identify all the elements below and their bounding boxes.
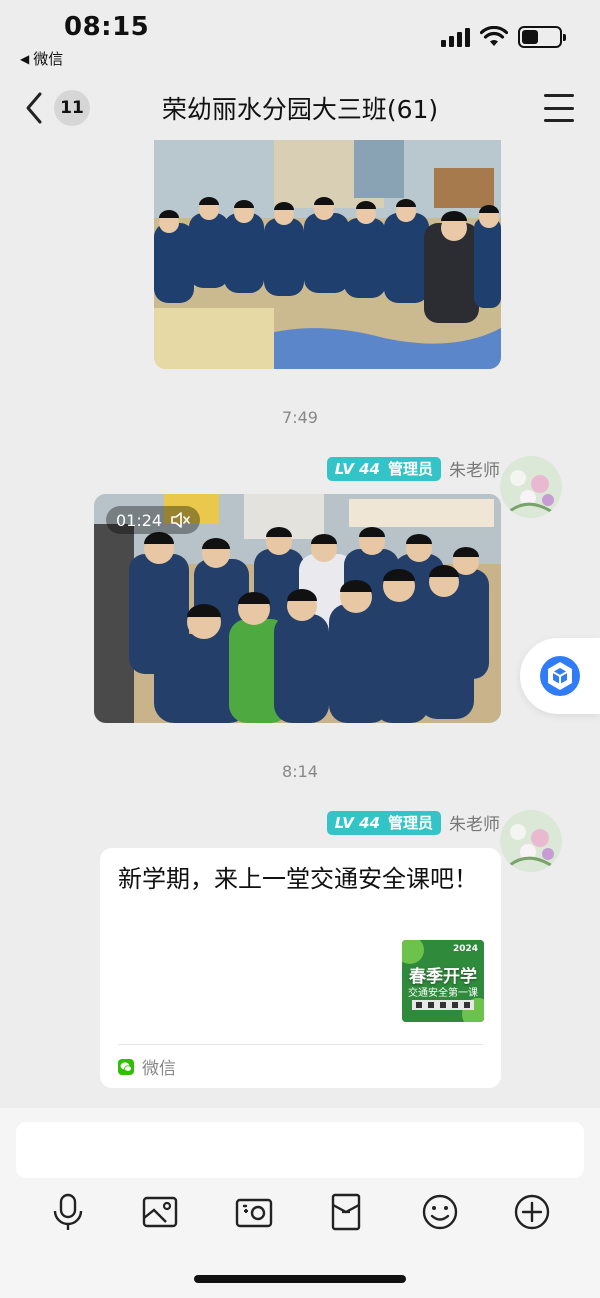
back-app-label: 微信 <box>33 50 64 68</box>
camera-icon[interactable] <box>234 1192 274 1232</box>
emoji-icon[interactable] <box>420 1192 460 1232</box>
level-label: LV 44 <box>334 459 380 478</box>
thumbnail-subtitle: 交通安全第一课 <box>408 988 478 999</box>
input-toolbar <box>0 1192 600 1232</box>
role-label: 管理员 <box>387 814 433 832</box>
floating-assistant-button[interactable] <box>520 638 600 714</box>
sender-name: 朱老师 <box>449 815 500 835</box>
card-divider <box>118 1044 483 1045</box>
back-to-app-link[interactable]: ◀ 微信 <box>20 48 63 69</box>
avatar[interactable] <box>500 456 562 518</box>
red-packet-icon[interactable] <box>326 1192 366 1232</box>
status-bar: 08:15 ◀ 微信 <box>0 0 600 76</box>
chat-message-list[interactable]: 7:49 LV 44 管理员 朱老师 01:24 8:14 LV 44 管理员 … <box>0 140 600 1108</box>
avatar[interactable] <box>500 810 562 872</box>
microphone-icon[interactable] <box>48 1192 88 1232</box>
cube-logo-icon <box>540 656 580 696</box>
wechat-icon <box>118 1058 134 1075</box>
menu-icon[interactable] <box>544 94 574 122</box>
image-icon[interactable] <box>140 1192 180 1232</box>
video-message[interactable]: 01:24 <box>94 494 501 723</box>
battery-icon <box>518 26 566 48</box>
video-duration-badge: 01:24 <box>106 506 201 534</box>
cellular-signal-icon <box>441 27 470 47</box>
level-badge: LV 44 管理员 <box>326 456 441 481</box>
video-duration-text: 01:24 <box>116 510 163 530</box>
role-label: 管理员 <box>387 460 433 478</box>
timestamp: 8:14 <box>282 762 318 781</box>
message-input[interactable] <box>16 1122 584 1178</box>
home-indicator[interactable] <box>194 1275 406 1283</box>
level-badge: LV 44 管理员 <box>326 810 441 835</box>
card-source: 微信 <box>118 1054 176 1079</box>
article-title: 新学期，来上一堂交通安全课吧！ <box>118 865 478 893</box>
status-icons <box>441 26 566 48</box>
photo-message[interactable] <box>154 140 501 369</box>
timestamp: 7:49 <box>282 408 318 427</box>
thumbnail-year: 2024 <box>452 944 478 954</box>
article-thumbnail: 2024 春季开学 交通安全第一课 <box>402 940 484 1022</box>
sender-name: 朱老师 <box>449 461 500 481</box>
shared-article-card[interactable]: 新学期，来上一堂交通安全课吧！ 2024 春季开学 交通安全第一课 微信 <box>100 848 501 1088</box>
input-area <box>0 1108 600 1298</box>
chat-header: 11 荣幼丽水分园大三班(61) <box>0 76 600 140</box>
sender-info: LV 44 管理员 朱老师 <box>326 456 500 481</box>
level-label: LV 44 <box>334 813 380 832</box>
back-triangle-icon: ◀ <box>20 51 30 66</box>
status-time: 08:15 <box>64 12 150 42</box>
chat-title: 荣幼丽水分园大三班(61) <box>161 95 439 124</box>
wifi-icon <box>480 26 508 46</box>
muted-speaker-icon[interactable] <box>170 511 190 529</box>
plus-icon[interactable] <box>512 1192 552 1232</box>
card-source-label: 微信 <box>142 1059 176 1079</box>
sender-info: LV 44 管理员 朱老师 <box>326 810 500 835</box>
